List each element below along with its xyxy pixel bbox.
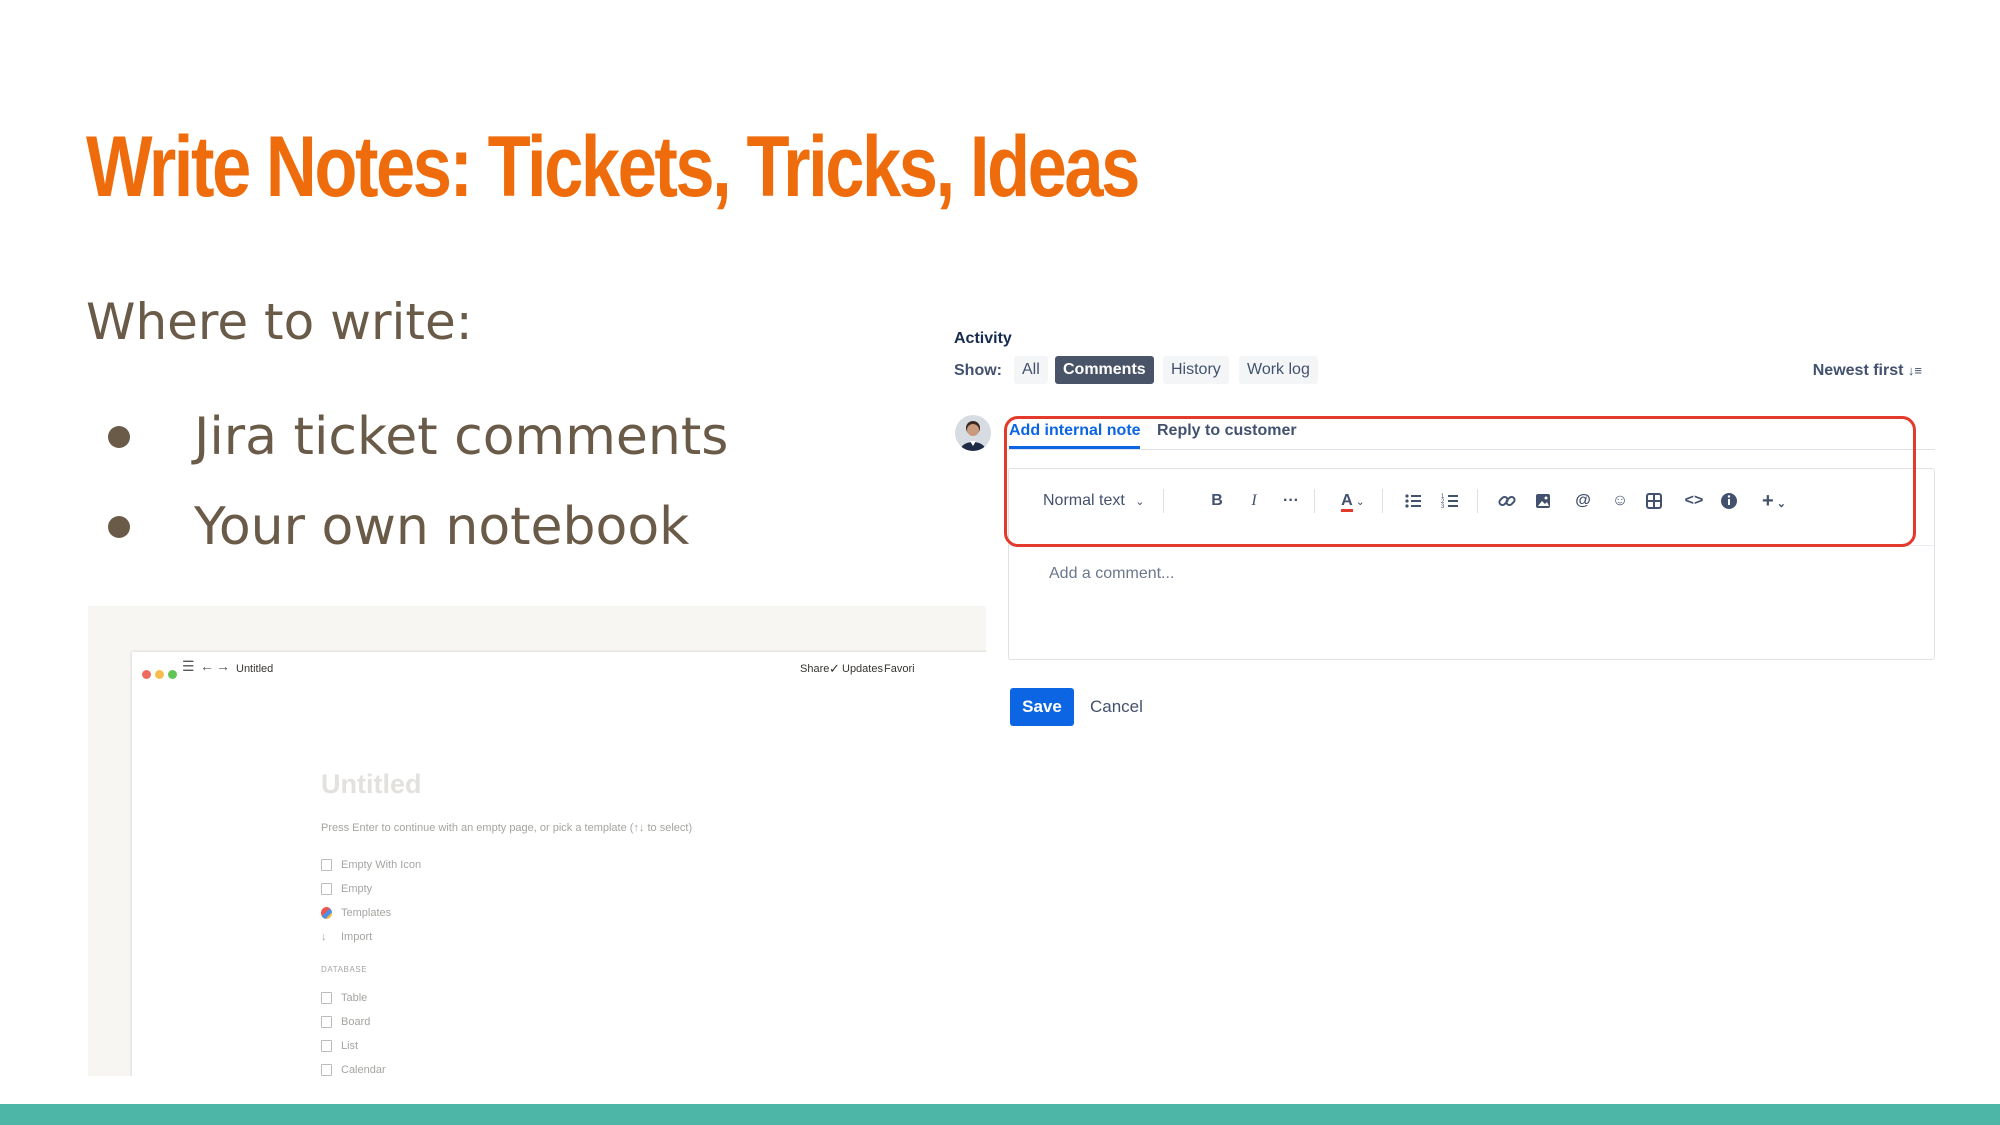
save-button[interactable]: Save [1010, 688, 1074, 726]
cancel-button[interactable]: Cancel [1090, 688, 1143, 726]
notion-window: ☰ ← → Untitled Share ✓ Updates Favori Un… [132, 652, 986, 1076]
bullet-dot [108, 426, 130, 448]
show-label: Show: [954, 362, 1002, 379]
avatar [955, 415, 991, 451]
option-empty[interactable]: Empty [321, 883, 372, 895]
footer-bar [0, 1104, 2000, 1125]
filter-work-log[interactable]: Work log [1239, 356, 1318, 384]
database-list[interactable]: List [321, 1040, 358, 1052]
option-label: Board [341, 1016, 371, 1028]
menu-icon[interactable]: ☰ [182, 658, 195, 675]
import-arrow-icon: ↓ [321, 931, 327, 943]
filter-comments[interactable]: Comments [1055, 356, 1154, 384]
maximize-window-dot[interactable] [168, 670, 177, 679]
close-window-dot[interactable] [142, 670, 151, 679]
slide-title: Write Notes: Tickets, Tricks, Ideas [86, 119, 1140, 215]
favorite-button[interactable]: Favori [884, 663, 915, 675]
where-to-write-heading: Where to write: [86, 293, 473, 351]
updates-button[interactable]: Updates [842, 663, 883, 675]
option-label: Empty [341, 883, 373, 895]
option-label: Templates [341, 907, 392, 919]
option-label: Import [341, 931, 373, 943]
check-icon: ✓ [829, 661, 840, 676]
bullet-text: Jira ticket comments [194, 407, 729, 467]
page-icon [321, 883, 332, 895]
back-arrow-icon[interactable]: ← [200, 658, 214, 674]
list-icon [321, 1040, 332, 1052]
calendar-icon [321, 1064, 332, 1076]
share-button[interactable]: Share [800, 663, 829, 675]
option-templates[interactable]: Templates [321, 907, 391, 919]
filter-history[interactable]: History [1163, 356, 1229, 384]
jira-activity-panel: Activity Show: All Comments History Work… [950, 320, 1950, 726]
window-title: Untitled [236, 663, 274, 675]
minimize-window-dot[interactable] [155, 670, 164, 679]
page-title[interactable]: Untitled [321, 769, 422, 800]
sort-button[interactable]: Newest first ↓≡ [1813, 362, 1922, 380]
template-hint: Press Enter to continue with an empty pa… [321, 822, 693, 834]
table-icon [321, 992, 332, 1004]
highlight-annotation [1004, 416, 1916, 547]
option-label: Calendar [341, 1064, 386, 1076]
activity-heading: Activity [954, 330, 1012, 347]
sort-label: Newest first [1812, 362, 1904, 379]
database-board[interactable]: Board [321, 1016, 370, 1028]
option-label: List [341, 1040, 359, 1052]
option-label: Table [341, 992, 368, 1004]
database-table[interactable]: Table [321, 992, 367, 1004]
option-empty-with-icon[interactable]: Empty With Icon [321, 859, 421, 871]
option-label: Empty With Icon [341, 859, 422, 871]
notion-screenshot: ☰ ← → Untitled Share ✓ Updates Favori Un… [88, 606, 986, 1076]
database-label: DATABASE [321, 965, 368, 974]
bullet-text: Your own notebook [194, 497, 690, 557]
forward-arrow-icon[interactable]: → [216, 658, 230, 674]
filter-all[interactable]: All [1014, 356, 1048, 384]
bullet-dot [108, 516, 130, 538]
page-icon [321, 859, 332, 871]
bullet-item: Jira ticket comments [108, 392, 728, 482]
board-icon [321, 1016, 332, 1028]
bullet-item: Your own notebook [108, 482, 728, 572]
templates-icon [321, 907, 332, 919]
option-import[interactable]: ↓ Import [321, 931, 372, 943]
bullet-list: Jira ticket comments Your own notebook [108, 392, 728, 572]
database-calendar[interactable]: Calendar [321, 1064, 386, 1076]
sort-order-icon: ↓≡ [1907, 363, 1922, 378]
comment-input[interactable]: Add a comment... [1049, 565, 1174, 583]
